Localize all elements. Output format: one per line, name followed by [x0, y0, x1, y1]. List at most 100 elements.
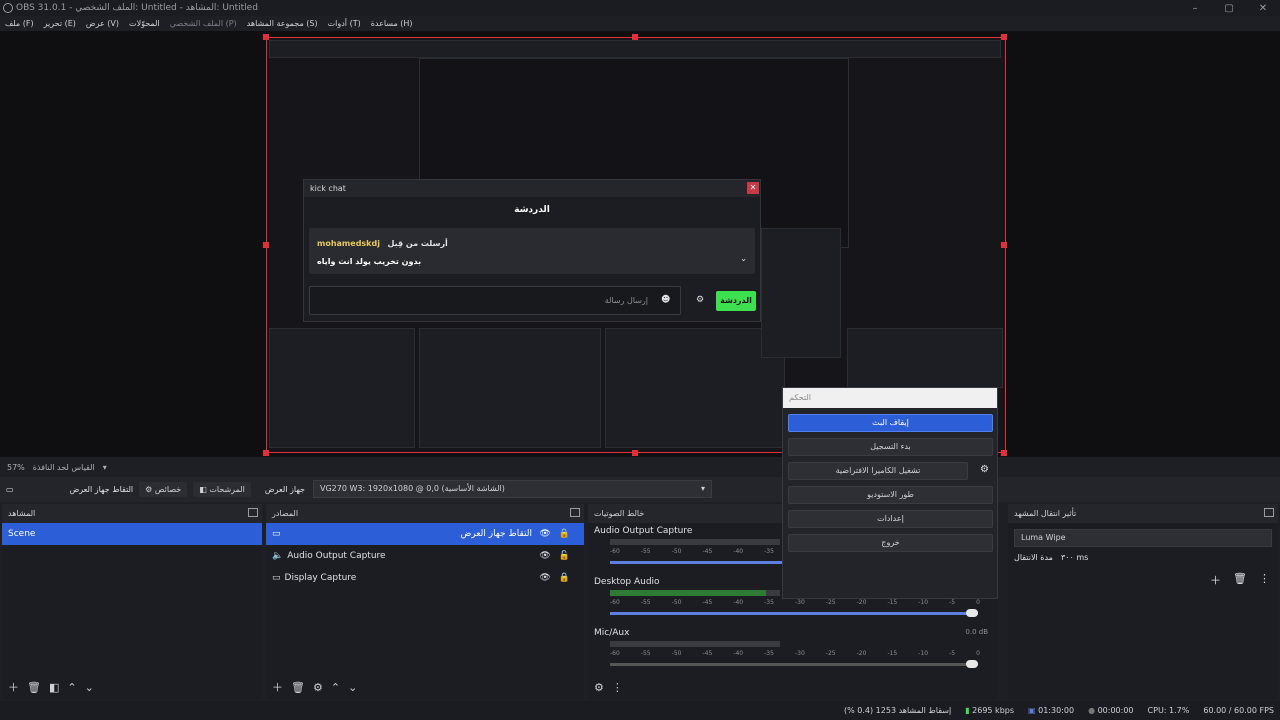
zoom-mode[interactable]: القياس لحد النافذة: [33, 463, 95, 472]
meter-tick-label: -50: [671, 599, 682, 606]
nested-sources-dock: [419, 328, 601, 448]
gear-icon[interactable]: ⚙: [594, 681, 604, 694]
resize-handle[interactable]: [632, 34, 638, 40]
undock-icon[interactable]: [1264, 508, 1274, 517]
menu-tools[interactable]: أدوات (T): [328, 19, 361, 28]
transition-select[interactable]: Luma Wipe: [1014, 529, 1272, 547]
chat-close-button[interactable]: ✕: [747, 182, 759, 194]
resize-handle[interactable]: [1001, 242, 1007, 248]
volume-knob[interactable]: [966, 609, 978, 617]
undock-icon[interactable]: [248, 508, 258, 517]
add-icon[interactable]: ＋: [8, 679, 19, 695]
virtual-camera-button[interactable]: تشغيل الكاميرا الافتراضية: [788, 462, 968, 480]
mixer-title: خالط الصوتيات: [594, 509, 645, 518]
chevron-down-icon[interactable]: ⌄: [740, 254, 747, 263]
volume-slider[interactable]: [610, 609, 978, 617]
scene-item[interactable]: Scene: [2, 523, 262, 545]
channel-name: Mic/Aux: [594, 628, 630, 638]
close-icon[interactable]: ✕: [1246, 0, 1280, 16]
meter-tick-label: -50: [671, 548, 682, 555]
resize-handle[interactable]: [263, 242, 269, 248]
menu-help[interactable]: مساعدة (H): [371, 19, 413, 28]
resize-handle[interactable]: [632, 450, 638, 456]
filters-button[interactable]: ◧ المرشحات: [193, 482, 251, 497]
display-select[interactable]: VG270 W3: 1920x1080 @ 0,0 (الشاشة الأساس…: [313, 480, 712, 498]
chat-username[interactable]: mohamedskdj: [317, 239, 380, 248]
eye-icon[interactable]: 👁: [539, 573, 550, 583]
volume-knob[interactable]: [966, 660, 978, 668]
display-label: جهاز العرض: [264, 485, 305, 494]
exit-button[interactable]: خروج: [788, 534, 993, 552]
transitions-dock: تأثير انتقال المشهد Luma Wipe مدة الانتق…: [1008, 504, 1278, 700]
stop-stream-button[interactable]: إيقاف البث: [788, 414, 993, 432]
gear-icon[interactable]: ⚙: [980, 464, 989, 475]
lock-icon[interactable]: 🔒: [559, 573, 570, 583]
speaker-icon: 🔈: [272, 551, 284, 561]
volume-slider[interactable]: [610, 660, 978, 668]
resize-handle[interactable]: [1001, 34, 1007, 40]
add-icon[interactable]: ＋: [272, 679, 283, 695]
undock-icon[interactable]: [570, 508, 580, 517]
trash-icon[interactable]: 🗑: [1233, 572, 1247, 588]
menu-dots-icon[interactable]: ⋮: [612, 681, 623, 694]
arrow-up-icon[interactable]: ⌃: [67, 681, 76, 694]
lock-icon[interactable]: 🔓: [559, 551, 570, 561]
source-toolbar: ▭ التقاط جهاز العرض ⚙ خصائص ◧ المرشحات ج…: [0, 477, 1280, 502]
cpu-usage: CPU: 1.7%: [1147, 706, 1190, 715]
chevron-down-icon[interactable]: ▾: [103, 463, 107, 472]
source-item[interactable]: ▭ التقاط جهاز العرض 👁 🔒: [266, 523, 584, 545]
resize-handle[interactable]: [263, 34, 269, 40]
menu-view[interactable]: عرض (V): [86, 19, 119, 28]
gear-icon[interactable]: ⚙: [696, 295, 704, 305]
arrow-down-icon[interactable]: ⌄: [85, 681, 94, 694]
meter-tick-label: -20: [856, 599, 867, 606]
gear-icon[interactable]: ⚙: [313, 681, 323, 694]
resize-handle[interactable]: [1001, 450, 1007, 456]
lock-icon[interactable]: 🔒: [559, 529, 570, 539]
start-recording-button[interactable]: بدء التسجيل: [788, 438, 993, 456]
trash-icon[interactable]: 🗑: [291, 681, 305, 694]
meter-tick-label: -50: [671, 650, 682, 657]
meter-tick-label: -55: [640, 599, 651, 606]
resize-handle[interactable]: [263, 450, 269, 456]
add-icon[interactable]: ＋: [1210, 572, 1221, 588]
title-bar: OBS 31.0.1 - الملف الشخصي: Untitled - ال…: [0, 0, 1280, 16]
meter-tick-label: -45: [702, 650, 713, 657]
menu-file[interactable]: ملف (F): [5, 19, 34, 28]
bitrate: ▮ 2695 kbps: [965, 706, 1014, 715]
meter-tick-label: -25: [825, 599, 836, 606]
meter-tick-label: -5: [949, 650, 956, 657]
transition-type: Luma Wipe: [1021, 533, 1066, 542]
chat-title: الدردشة: [514, 205, 550, 215]
arrow-up-icon[interactable]: ⌃: [331, 681, 340, 694]
source-item[interactable]: 🔈 Audio Output Capture 👁 🔓: [266, 545, 584, 567]
menu-docks[interactable]: المحوّلات: [129, 19, 160, 28]
menu-scene-collection[interactable]: مجموعة المشاهد (S): [247, 19, 318, 28]
scenes-title: المشاهد: [8, 509, 36, 518]
menu-profile[interactable]: الملف الشخصي (P): [170, 19, 237, 28]
maximize-icon[interactable]: ▢: [1212, 0, 1246, 16]
meter-tick-label: -45: [702, 599, 713, 606]
record-icon: ●: [1088, 706, 1098, 715]
emoji-icon[interactable]: ☻: [661, 295, 670, 305]
window-title: OBS 31.0.1 - الملف الشخصي: Untitled - ال…: [16, 3, 258, 13]
arrow-down-icon[interactable]: ⌄: [348, 681, 357, 694]
controls-search[interactable]: التحكم: [783, 388, 997, 408]
properties-button[interactable]: ⚙ خصائص: [139, 482, 188, 497]
zoom-level: 57%: [7, 462, 25, 472]
duration-value[interactable]: ٣٠٠ ms: [1061, 553, 1088, 562]
source-item[interactable]: ▭ Display Capture 👁 🔒: [266, 567, 584, 589]
eye-icon[interactable]: 👁: [539, 551, 550, 561]
meter-tick-label: -35: [764, 650, 774, 657]
eye-icon[interactable]: 👁: [539, 529, 550, 539]
chat-send-button[interactable]: الدردشة: [716, 291, 756, 311]
source-item-label: التقاط جهاز العرض: [460, 529, 532, 539]
settings-button[interactable]: إعدادات: [788, 510, 993, 528]
studio-mode-button[interactable]: طور الاستوديو: [788, 486, 993, 504]
chat-message-input[interactable]: إرسال رسالة: [309, 286, 681, 315]
filter-icon[interactable]: ◧: [49, 681, 59, 694]
minimize-icon[interactable]: –: [1178, 0, 1212, 16]
trash-icon[interactable]: 🗑: [27, 681, 41, 694]
menu-edit[interactable]: تحرير (E): [44, 19, 76, 28]
menu-dots-icon[interactable]: ⋮: [1259, 572, 1270, 588]
